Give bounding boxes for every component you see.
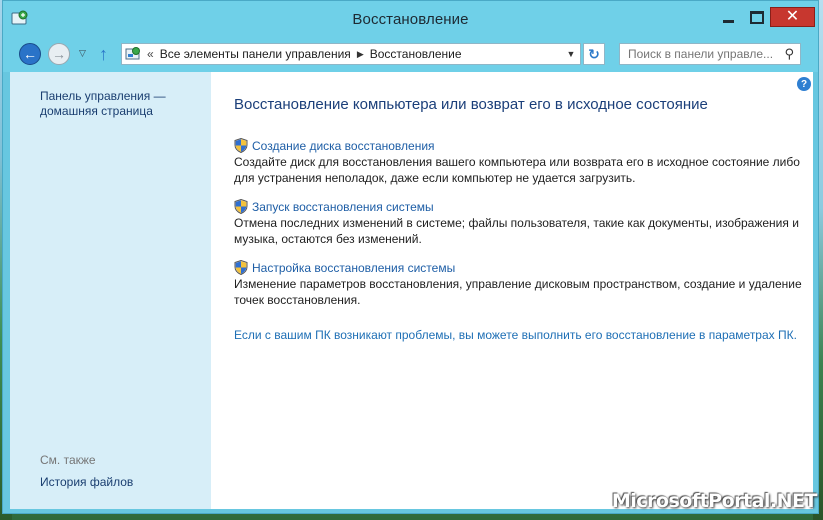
search-input[interactable] xyxy=(626,46,780,62)
refresh-icon: ↻ xyxy=(588,45,600,62)
open-system-restore-label[interactable]: Запуск восстановления системы xyxy=(252,200,434,214)
page-title: Восстановление компьютера или возврат ег… xyxy=(234,96,708,113)
content-area: Панель управления — домашняя страница См… xyxy=(10,72,813,509)
help-icon[interactable]: ? xyxy=(797,77,811,91)
maximize-icon xyxy=(749,10,764,24)
breadcrumb-separator-icon[interactable]: ▶ xyxy=(357,49,364,60)
recovery-option-configure: Настройка восстановления системы Изменен… xyxy=(234,260,804,308)
maximize-button[interactable] xyxy=(743,7,770,27)
close-icon: ✕ xyxy=(785,8,800,25)
address-overflow[interactable]: « xyxy=(147,47,154,61)
create-recovery-drive-description: Создайте диск для восстановления вашего … xyxy=(234,155,800,185)
sidebar: Панель управления — домашняя страница См… xyxy=(10,72,211,509)
configure-system-restore-label[interactable]: Настройка восстановления системы xyxy=(252,261,455,275)
open-system-restore-description: Отмена последних изменений в системе; фа… xyxy=(234,216,799,246)
up-button[interactable]: ↑ xyxy=(99,44,108,65)
back-button[interactable]: ← xyxy=(19,43,41,65)
breadcrumb-control-panel[interactable]: Все элементы панели управления xyxy=(160,47,351,61)
back-icon: ← xyxy=(23,46,37,62)
open-system-restore-link[interactable]: Запуск восстановления системы xyxy=(234,199,804,214)
see-also-heading: См. также xyxy=(40,453,96,467)
search-box[interactable]: ⚲ xyxy=(619,43,801,65)
recent-locations-dropdown[interactable]: ▽ xyxy=(79,48,86,59)
recovery-option-create-drive: Создание диска восстановления Создайте д… xyxy=(234,138,804,186)
control-panel-icon xyxy=(125,47,140,60)
pc-settings-recovery-link[interactable]: Если с вашим ПК возникают проблемы, вы м… xyxy=(234,328,797,342)
create-recovery-drive-label[interactable]: Создание диска восстановления xyxy=(252,139,435,153)
chevron-down-icon: ▼ xyxy=(566,49,576,59)
refresh-button[interactable]: ↻ xyxy=(583,43,605,65)
minimize-button[interactable] xyxy=(715,7,742,27)
navigation-bar: ← → ▽ ↑ « Все элементы панели управления… xyxy=(3,38,818,72)
shield-icon xyxy=(234,199,248,214)
forward-icon: → xyxy=(52,46,66,62)
watermark: MicrosoftPortal.NET xyxy=(611,490,818,512)
search-icon[interactable]: ⚲ xyxy=(784,46,794,62)
file-history-link[interactable]: История файлов xyxy=(40,475,133,489)
recovery-window: Восстановление ✕ ← → ▽ ↑ « Все элементы … xyxy=(2,0,819,514)
address-dropdown[interactable]: ▼ xyxy=(562,44,580,64)
configure-system-restore-link[interactable]: Настройка восстановления системы xyxy=(234,260,804,275)
window-title: Восстановление xyxy=(352,11,469,28)
recovery-option-system-restore: Запуск восстановления системы Отмена пос… xyxy=(234,199,804,247)
title-bar[interactable]: Восстановление ✕ xyxy=(3,1,818,38)
up-arrow-icon: ↑ xyxy=(99,44,108,64)
sidebar-home-link[interactable]: Панель управления — домашняя страница xyxy=(40,89,200,119)
create-recovery-drive-link[interactable]: Создание диска восстановления xyxy=(234,138,804,153)
close-button[interactable]: ✕ xyxy=(770,7,815,27)
configure-system-restore-description: Изменение параметров восстановления, упр… xyxy=(234,277,802,307)
breadcrumb-recovery[interactable]: Восстановление xyxy=(370,47,462,61)
minimize-icon xyxy=(723,19,734,23)
address-bar[interactable]: « Все элементы панели управления ▶ Восст… xyxy=(121,43,581,65)
shield-icon xyxy=(234,138,248,153)
forward-button[interactable]: → xyxy=(48,43,70,65)
shield-icon xyxy=(234,260,248,275)
